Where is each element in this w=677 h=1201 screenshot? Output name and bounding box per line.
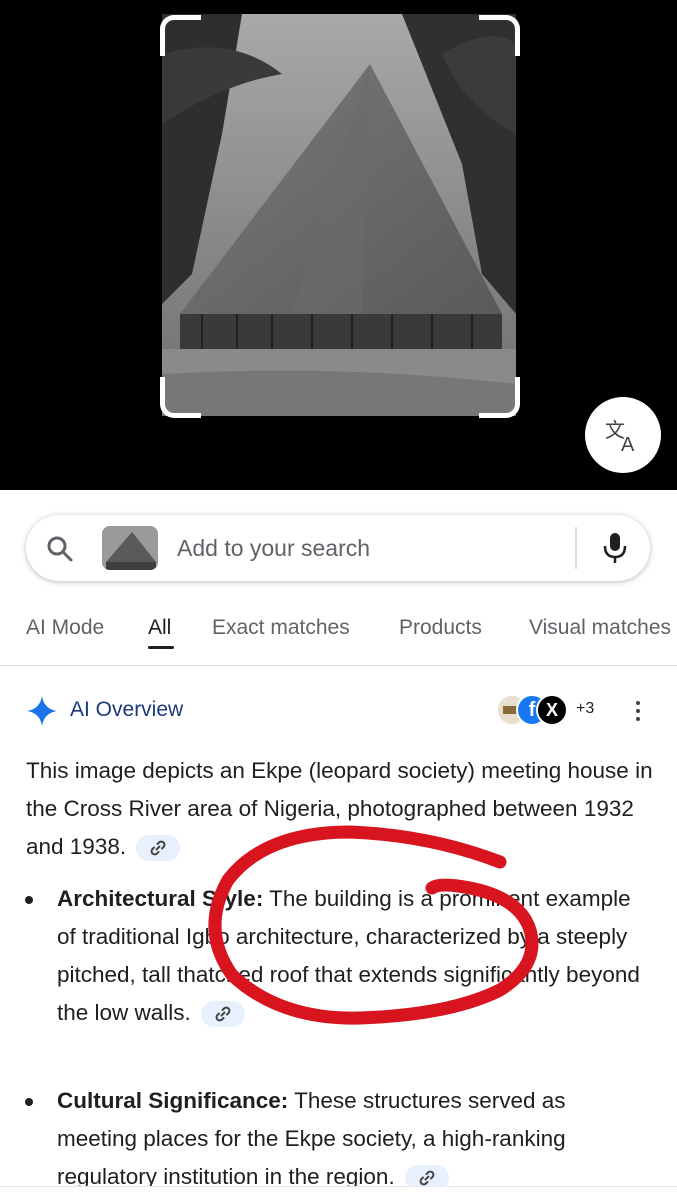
tab-ai-mode[interactable]: AI Mode: [26, 616, 104, 640]
bullet-heading: Cultural Significance:: [57, 1088, 289, 1113]
tab-all[interactable]: All: [148, 616, 171, 640]
link-icon: [150, 840, 166, 856]
search-divider: [575, 527, 577, 569]
link-icon: [419, 1170, 435, 1186]
translate-icon: 文 A: [605, 418, 635, 455]
bullet-dot: [25, 896, 33, 904]
search-bar[interactable]: Add to your search: [26, 515, 650, 581]
translate-button[interactable]: 文 A: [585, 397, 661, 473]
bullet-architectural-style: Architectural Style: The building is a p…: [25, 880, 647, 1032]
bullet-cultural-significance: Cultural Significance: These structures …: [25, 1082, 647, 1196]
citation-link[interactable]: [201, 1001, 246, 1028]
image-preview: 文 A: [0, 0, 677, 490]
bullet-heading: Architectural Style:: [57, 886, 264, 911]
citation-link[interactable]: [136, 835, 181, 862]
mic-icon[interactable]: [600, 531, 630, 565]
crop-corner-top-right[interactable]: [479, 15, 520, 56]
ai-overview-header: AI Overview f X +3: [26, 694, 656, 728]
crop-corner-top-left[interactable]: [160, 15, 201, 56]
bullet-dot: [25, 1098, 33, 1106]
x-icon[interactable]: X: [536, 694, 568, 726]
search-input[interactable]: Add to your search: [177, 535, 370, 562]
ai-overview-intro: This image depicts an Ekpe (leopard soci…: [26, 752, 656, 866]
searched-photo: [162, 14, 516, 416]
source-count[interactable]: +3: [576, 700, 594, 718]
link-icon: [215, 1006, 231, 1022]
tab-exact-matches[interactable]: Exact matches: [212, 616, 350, 640]
svg-text:A: A: [621, 434, 635, 455]
sparkle-icon: [27, 696, 57, 726]
search-tabs: AI Mode All Exact matches Products Visua…: [0, 603, 677, 666]
search-icon[interactable]: [46, 535, 74, 563]
more-vert-icon[interactable]: [630, 698, 646, 726]
tab-visual-matches[interactable]: Visual matches: [529, 616, 671, 640]
intro-text: This image depicts an Ekpe (leopard soci…: [26, 758, 653, 859]
search-image-thumbnail[interactable]: [102, 526, 158, 570]
tab-products[interactable]: Products: [399, 616, 482, 640]
ai-overview-title: AI Overview: [70, 698, 184, 721]
crop-corner-bottom-right[interactable]: [479, 377, 520, 418]
active-tab-indicator: [148, 646, 174, 649]
bottom-edge: [0, 1186, 677, 1201]
crop-corner-bottom-left[interactable]: [160, 377, 201, 418]
